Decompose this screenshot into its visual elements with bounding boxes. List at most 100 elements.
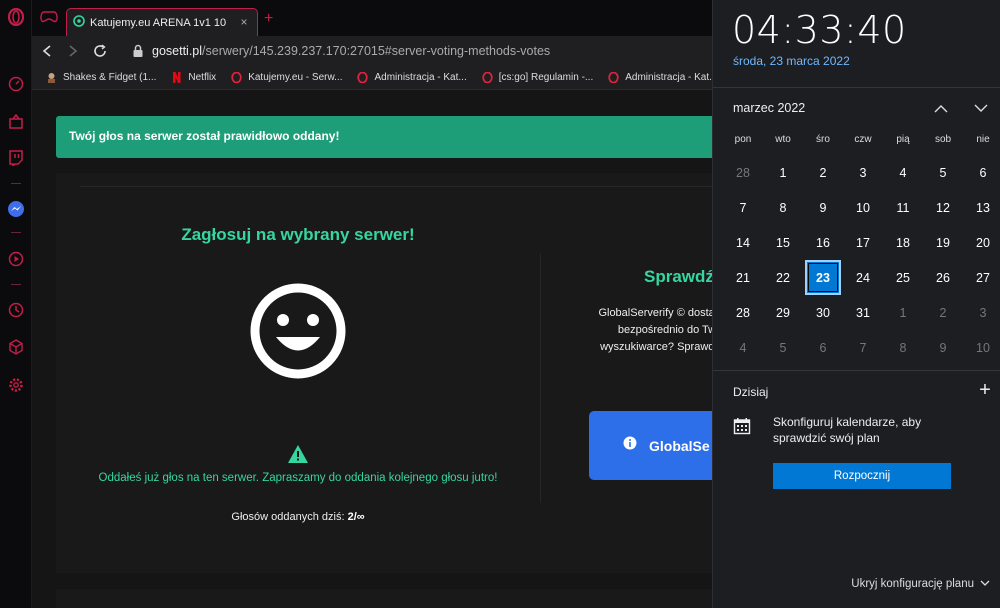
calendar-day[interactable]: 4 — [723, 330, 763, 365]
calendar-day[interactable]: 25 — [883, 260, 923, 295]
separator — [713, 87, 1000, 88]
chevron-down-icon — [980, 578, 990, 590]
calendar-day[interactable]: 12 — [923, 190, 963, 225]
weekday-label: czw — [854, 134, 872, 145]
player-icon[interactable] — [6, 249, 26, 269]
smiley-face-icon — [249, 282, 347, 380]
calendar-day[interactable]: 3 — [963, 295, 1000, 330]
reload-icon[interactable] — [91, 42, 109, 60]
calendar-day[interactable]: 28 — [723, 295, 763, 330]
twitch-icon[interactable] — [6, 148, 26, 168]
bookmark-item[interactable]: [cs:go] Regulamin -... — [482, 71, 594, 84]
calendar-day[interactable]: 26 — [923, 260, 963, 295]
bookmark-item[interactable]: Administracja - Kat... — [608, 71, 718, 84]
calendar-day[interactable]: 1 — [883, 295, 923, 330]
calendar-day[interactable]: 7 — [723, 190, 763, 225]
footer-band — [56, 589, 712, 608]
speed-limiter-icon[interactable] — [6, 74, 26, 94]
calendar-day[interactable]: 11 — [883, 190, 923, 225]
calendar-day[interactable]: 13 — [963, 190, 1000, 225]
calendar-day[interactable]: 6 — [803, 330, 843, 365]
calendar-day[interactable]: 10 — [843, 190, 883, 225]
bookmark-item[interactable]: Katujemy.eu - Serw... — [231, 71, 342, 84]
close-tab-icon[interactable]: × — [238, 16, 250, 28]
address-bar[interactable]: gosetti.pl/serwery/145.239.237.170:27015… — [152, 44, 550, 58]
calendar-day[interactable]: 17 — [843, 225, 883, 260]
separator — [713, 370, 1000, 371]
calendar-day[interactable]: 18 — [883, 225, 923, 260]
vote-title: Zagłosuj na wybrany serwer! — [181, 225, 415, 244]
start-button[interactable]: Rozpocznij — [773, 463, 951, 489]
today-label: Dzisiaj — [733, 385, 769, 399]
bookmark-item[interactable]: Netflix — [171, 72, 216, 83]
weekday-label: pią — [896, 134, 910, 145]
bookmark-item[interactable]: Shakes & Fidget (1... — [46, 72, 156, 83]
opera-logo-icon[interactable] — [6, 7, 26, 27]
calendar-day[interactable]: 30 — [803, 295, 843, 330]
chevron-down-icon[interactable] — [971, 98, 991, 118]
calendar-day[interactable]: 7 — [843, 330, 883, 365]
bookmark-label: [cs:go] Regulamin -... — [498, 72, 594, 83]
server-globe-icon — [73, 14, 85, 32]
calendar-day[interactable]: 27 — [963, 260, 1000, 295]
globalserverify-button[interactable]: GlobalSe — [589, 411, 712, 480]
warning-triangle-icon — [287, 444, 309, 464]
success-alert: Twój głos na serwer został prawidłowo od… — [56, 116, 712, 158]
already-voted-message: Oddałeś już głos na ten serwer. Zaprasza… — [98, 472, 498, 484]
calendar-day[interactable]: 9 — [803, 190, 843, 225]
history-icon[interactable] — [6, 300, 26, 320]
calendar-day[interactable]: 15 — [763, 225, 803, 260]
calendar-day[interactable]: 28 — [723, 155, 763, 190]
calendar-day[interactable]: 19 — [923, 225, 963, 260]
calendar-day[interactable]: 2 — [923, 295, 963, 330]
description-line: GlobalServerify © dostarcza — [598, 307, 712, 319]
forward-arrow-icon[interactable] — [64, 42, 82, 60]
extensions-cube-icon[interactable] — [6, 337, 26, 357]
calendar-day[interactable]: 29 — [763, 295, 803, 330]
calendar-day[interactable]: 8 — [883, 330, 923, 365]
opera-sidebar — [0, 0, 32, 608]
tab-active[interactable]: Katujemy.eu ARENA 1v1 10 × — [66, 8, 258, 36]
calendar-day[interactable]: 5 — [763, 330, 803, 365]
clock-time: 04:33:40 — [732, 8, 907, 52]
hot-tabs-icon[interactable] — [6, 112, 26, 132]
calendar-day[interactable]: 10 — [963, 330, 1000, 365]
calendar-day[interactable]: 20 — [963, 225, 1000, 260]
hide-config-label: Ukryj konfigurację planu — [851, 578, 974, 590]
calendar-day[interactable]: 2 — [803, 155, 843, 190]
check-title: Sprawdź — [644, 267, 712, 286]
calendar-day[interactable]: 22 — [763, 260, 803, 295]
gamepad-icon[interactable] — [40, 10, 58, 26]
calendar-day[interactable]: 21 — [723, 260, 763, 295]
calendar-day[interactable]: 8 — [763, 190, 803, 225]
calendar-day[interactable]: 6 — [963, 155, 1000, 190]
calendar-day[interactable]: 9 — [923, 330, 963, 365]
clock-calendar-flyout: 04:33:40 środa, 23 marca 2022 marzec 202… — [712, 0, 1000, 608]
long-date-link[interactable]: środa, 23 marca 2022 — [733, 54, 850, 68]
calendar-day[interactable]: 14 — [723, 225, 763, 260]
votes-today: Głosów oddanych dziś: 2/∞ — [32, 511, 564, 523]
opera-icon — [231, 71, 242, 84]
plan-setup-text: Skonfiguruj kalendarze, aby sprawdzić sw… — [773, 415, 922, 445]
add-event-button[interactable]: + — [975, 380, 995, 400]
calendar-day-today[interactable]: 23 — [805, 260, 841, 295]
new-tab-button[interactable]: + — [264, 11, 273, 27]
month-label[interactable]: marzec 2022 — [733, 101, 805, 115]
calendar-day[interactable]: 3 — [843, 155, 883, 190]
calendar-day[interactable]: 4 — [883, 155, 923, 190]
url-path: /serwery/145.239.237.170:27015#server-vo… — [202, 44, 551, 58]
bookmark-item[interactable]: Administracja - Kat... — [357, 71, 467, 84]
hide-plan-config-link[interactable]: Ukryj konfigurację planu — [851, 578, 990, 590]
chevron-up-icon[interactable] — [931, 98, 951, 118]
calendar-day[interactable]: 5 — [923, 155, 963, 190]
lock-icon[interactable] — [132, 44, 144, 58]
settings-gear-icon[interactable] — [6, 375, 26, 395]
messenger-icon[interactable] — [6, 199, 26, 219]
address-toolbar: gosetti.pl/serwery/145.239.237.170:27015… — [32, 36, 712, 66]
calendar-day[interactable]: 16 — [803, 225, 843, 260]
back-arrow-icon[interactable] — [38, 42, 56, 60]
description-line[interactable]: wyszukiwarce? Sprawdź Gl — [552, 339, 712, 356]
calendar-day[interactable]: 24 — [843, 260, 883, 295]
calendar-day[interactable]: 31 — [843, 295, 883, 330]
calendar-day[interactable]: 1 — [763, 155, 803, 190]
